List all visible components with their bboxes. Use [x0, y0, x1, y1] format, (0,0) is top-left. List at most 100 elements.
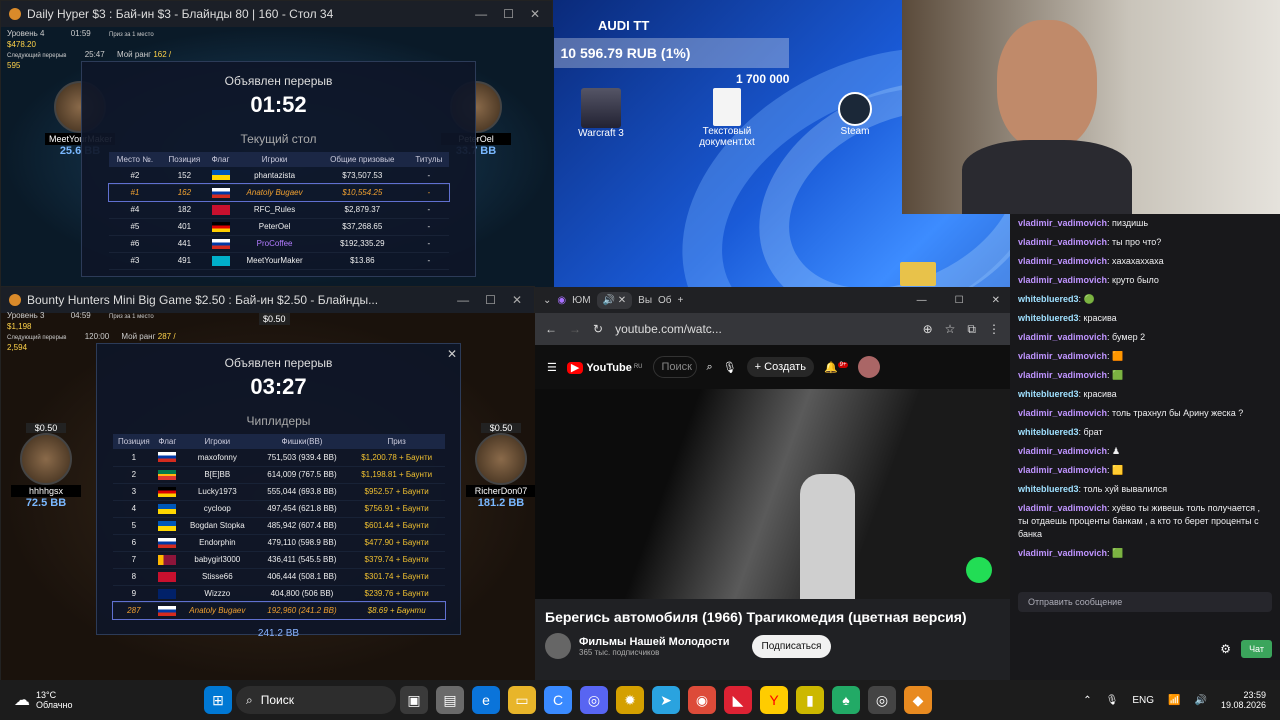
channel-avatar[interactable]	[545, 633, 571, 659]
table-row: 8 Stisse66 406,444 (508.1 BB) $301.74 + Бау…	[112, 568, 445, 586]
close-button[interactable]: ✕	[512, 293, 522, 307]
desktop-icon-label: Warcraft 3	[578, 128, 624, 139]
channel-name[interactable]: Фильмы Нашей Молодости	[579, 636, 730, 648]
chat-username[interactable]: vladimir_vadimovich	[1018, 332, 1107, 342]
chat-username[interactable]: vladimir_vadimovich	[1018, 408, 1107, 418]
break-modal: Объявлен перерыв 03:27 Чиплидеры Позиция…	[96, 343, 461, 639]
forward-icon[interactable]: →	[569, 322, 581, 336]
tab-twitch[interactable]: ◉	[557, 295, 566, 306]
chat-username[interactable]: vladimir_vadimovich	[1018, 548, 1107, 558]
chevron-up-icon[interactable]: ⌃	[1083, 695, 1091, 706]
taskbar-search[interactable]: ⌕ Поиск	[236, 686, 396, 714]
close-button[interactable]: ✕	[992, 295, 1000, 306]
tab-4[interactable]: Об	[658, 295, 672, 306]
chat-username[interactable]: vladimir_vadimovich	[1018, 256, 1107, 266]
maximize-button[interactable]: ☐	[503, 7, 514, 21]
bell-icon[interactable]: 🔔 9+	[824, 361, 849, 374]
settings-icon[interactable]: ⚙	[1220, 642, 1231, 656]
chat-username[interactable]: whitebluered3	[1018, 484, 1079, 494]
poker-window-2: Bounty Hunters Mini Big Game $2.50 : Бай…	[0, 286, 536, 681]
chat-text: : брат	[1078, 427, 1103, 437]
chat-username[interactable]: vladimir_vadimovich	[1018, 465, 1107, 475]
tab-list-icon[interactable]: ⌄	[543, 295, 551, 306]
volume-icon[interactable]: 🔊	[1195, 695, 1207, 706]
desktop-icon-textfile[interactable]: Текстовый документ.txt	[694, 88, 760, 148]
flag-icon	[158, 486, 177, 497]
url-field[interactable]: youtube.com/watc...	[615, 322, 911, 336]
app-icon-c[interactable]: C	[544, 686, 572, 714]
chat-username[interactable]: vladimir_vadimovich	[1018, 218, 1107, 228]
chat-input[interactable]: Отправить сообщение	[1018, 592, 1272, 612]
sun-icon[interactable]: ✹	[616, 686, 644, 714]
search-icon[interactable]: ⌕	[707, 361, 713, 374]
obs-icon[interactable]: ◎	[868, 686, 896, 714]
chat-username[interactable]: vladimir_vadimovich	[1018, 275, 1107, 285]
edge-icon[interactable]: e	[472, 686, 500, 714]
chat-username[interactable]: vladimir_vadimovich	[1018, 446, 1107, 456]
close-modal-icon[interactable]: ✕	[447, 347, 457, 361]
chat-username[interactable]: whitebluered3	[1018, 294, 1079, 304]
chrome-icon[interactable]: ◉	[688, 686, 716, 714]
avatar[interactable]	[858, 356, 881, 378]
maximize-button[interactable]: ☐	[485, 293, 496, 307]
chat-username[interactable]: whitebluered3	[1018, 389, 1079, 399]
mic-icon[interactable]: 🎙	[723, 361, 737, 374]
chat-username[interactable]: vladimir_vadimovich	[1018, 370, 1107, 380]
widget-icon[interactable]: ▤	[436, 686, 464, 714]
subscribe-button[interactable]: Подписаться	[751, 634, 832, 658]
desktop-icon-warcraft[interactable]: Warcraft 3	[576, 88, 626, 139]
tab-3[interactable]: Вы	[638, 295, 652, 306]
discord-icon[interactable]: ◎	[580, 686, 608, 714]
new-tab-button[interactable]: +	[678, 295, 684, 306]
search-input[interactable]: Поиск	[652, 356, 697, 378]
youtube-logo[interactable]: ▶ YouTube	[566, 361, 632, 374]
chat-username[interactable]: vladimir_vadimovich	[1018, 237, 1107, 247]
chat-send-button[interactable]: Чат	[1241, 640, 1272, 658]
tab-active[interactable]: 🔊 ✕	[596, 291, 633, 309]
chat-message: whitebluered3: толь хуй вывалился	[1010, 480, 1280, 499]
app-yellow-icon[interactable]: ▮	[796, 686, 824, 714]
mic-icon[interactable]: 🎙	[1106, 695, 1119, 706]
poker-icon[interactable]: ♠	[832, 686, 860, 714]
chat-message: vladimir_vadimovich: круто было	[1010, 271, 1280, 290]
chat-username[interactable]: vladimir_vadimovich	[1018, 351, 1107, 361]
seat-left[interactable]: $0.50 hhhhgsx 72.5 BB	[11, 423, 81, 509]
star-icon[interactable]: ☆	[945, 322, 956, 336]
folder-icon[interactable]	[900, 262, 936, 286]
seat-stack: 181.2 BB	[477, 497, 525, 509]
clock[interactable]: 23:59 19.08.2026	[1221, 690, 1266, 710]
menu-icon[interactable]: ⋮	[988, 322, 1000, 336]
create-button[interactable]: + Создать	[746, 357, 814, 377]
reload-icon[interactable]: ↻	[593, 322, 603, 336]
task-view-icon[interactable]: ▣	[400, 686, 428, 714]
wifi-icon[interactable]: 📶	[1168, 695, 1180, 706]
video-player[interactable]	[535, 389, 1010, 599]
chat-username[interactable]: vladimir_vadimovich	[1018, 503, 1107, 513]
zoom-icon[interactable]: ⊕	[923, 322, 933, 336]
cloud-icon: ☁	[14, 692, 30, 709]
back-icon[interactable]: ←	[545, 322, 557, 336]
weather-widget[interactable]: ☁ 13°C Облачно	[0, 690, 200, 710]
desktop-icon-steam[interactable]: Steam	[830, 92, 880, 137]
maximize-button[interactable]: ☐	[955, 295, 964, 306]
minimize-button[interactable]: —	[917, 295, 927, 306]
tab-1[interactable]: ЮМ	[572, 295, 590, 306]
chat-username[interactable]: whitebluered3	[1018, 427, 1079, 437]
telegram-icon[interactable]: ➤	[652, 686, 680, 714]
yandex-icon[interactable]: Y	[760, 686, 788, 714]
app-orange-icon[interactable]: ◆	[904, 686, 932, 714]
minimize-button[interactable]: —	[457, 293, 469, 307]
close-button[interactable]: ✕	[530, 7, 540, 21]
minimize-button[interactable]: —	[475, 7, 487, 21]
app-red-icon[interactable]: ◣	[724, 686, 752, 714]
webcam-feed	[902, 0, 1280, 214]
chat-username[interactable]: whitebluered3	[1018, 313, 1079, 323]
table-row: 2 B[E]BB 614,009 (767.5 BB) $1,198.81 + Бау…	[112, 466, 445, 484]
extensions-icon[interactable]: ⧉	[967, 322, 976, 337]
language-indicator[interactable]: ENG	[1132, 695, 1154, 706]
hamburger-icon[interactable]: ☰	[547, 361, 557, 374]
folder-icon[interactable]: ▭	[508, 686, 536, 714]
chat-message: whitebluered3: красива	[1010, 309, 1280, 328]
start-button[interactable]: ⊞	[204, 686, 232, 714]
seat-right[interactable]: $0.50 RicherDon07 181.2 BB	[466, 423, 536, 509]
